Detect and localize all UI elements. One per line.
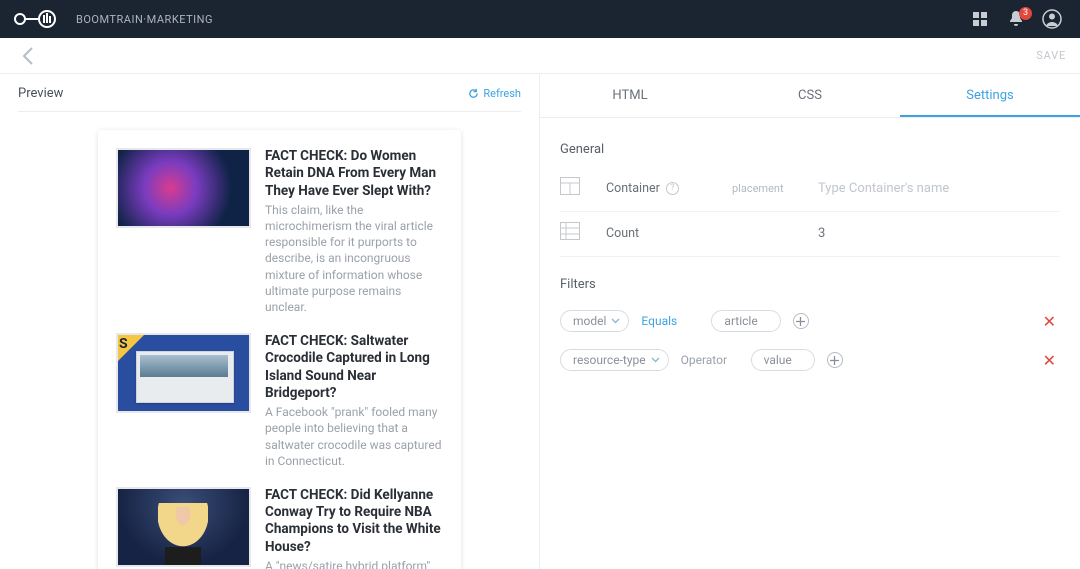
tab-settings[interactable]: Settings	[900, 74, 1080, 117]
preview-title: Preview	[18, 86, 63, 101]
section-filters-title: Filters	[560, 277, 1060, 292]
back-button[interactable]	[14, 42, 42, 70]
chevron-left-icon	[21, 46, 35, 66]
notifications-badge: 3	[1019, 7, 1032, 20]
article-title: FACT CHECK: Do Women Retain DNA From Eve…	[265, 148, 443, 200]
container-input[interactable]	[818, 181, 1060, 196]
article-title: FACT CHECK: Saltwater Crocodile Captured…	[265, 333, 443, 402]
main-split: Preview Refresh FACT CHECK: Do Women Ret…	[0, 74, 1080, 569]
add-filter-value-button[interactable]	[793, 313, 809, 329]
notifications-icon[interactable]: 3	[1002, 5, 1030, 33]
article-thumbnail: S	[116, 333, 251, 413]
article-desc: A "news/satire hybrid platform" fabricat…	[265, 558, 443, 569]
refresh-label: Refresh	[483, 87, 521, 100]
tab-css[interactable]: CSS	[720, 74, 900, 117]
filter-operator[interactable]: Operator	[681, 353, 739, 367]
article-row[interactable]: FACT CHECK: Do Women Retain DNA From Eve…	[116, 148, 443, 315]
article-desc: This claim, like the microchimerism the …	[265, 202, 443, 315]
editor-tabs: HTML CSS Settings	[540, 74, 1080, 118]
field-count: Count 3	[560, 212, 1060, 257]
filter-right-select[interactable]: value	[751, 349, 815, 371]
article-thumbnail	[116, 487, 251, 567]
article-thumbnail	[116, 148, 251, 228]
logo[interactable]	[14, 9, 58, 29]
remove-filter-button[interactable]: ✕	[1039, 351, 1060, 370]
filter-right-select[interactable]: article	[711, 310, 780, 332]
plus-icon	[830, 356, 839, 365]
chevron-down-icon	[611, 318, 620, 324]
section-general-title: General	[560, 142, 1060, 157]
refresh-icon	[468, 88, 479, 99]
add-filter-value-button[interactable]	[827, 352, 843, 368]
help-icon[interactable]: ?	[666, 182, 679, 195]
filter-left-select[interactable]: model	[560, 310, 629, 332]
save-button[interactable]: SAVE	[1036, 49, 1066, 62]
brand-text: BOOMTRAIN·MARKETING	[76, 13, 213, 26]
count-value[interactable]: 3	[818, 226, 1060, 241]
count-field-icon	[560, 222, 582, 244]
count-label: Count	[606, 226, 726, 241]
article-title: FACT CHECK: Did Kellyanne Conway Try to …	[265, 487, 443, 556]
top-nav: BOOMTRAIN·MARKETING 3	[0, 0, 1080, 38]
article-desc: A Facebook "prank" fooled many people in…	[265, 404, 443, 469]
filter-row: model Equals article ✕	[560, 302, 1060, 340]
field-container: Container ? placement	[560, 167, 1060, 212]
apps-icon[interactable]	[966, 5, 994, 33]
container-field-icon	[560, 177, 582, 199]
remove-filter-button[interactable]: ✕	[1039, 312, 1060, 331]
settings-pane: HTML CSS Settings General Container ? pl…	[540, 74, 1080, 569]
profile-icon[interactable]	[1038, 5, 1066, 33]
container-hint: placement	[732, 182, 812, 195]
article-row[interactable]: S FACT CHECK: Saltwater Crocodile Captur…	[116, 333, 443, 469]
sub-bar: SAVE	[0, 38, 1080, 74]
article-row[interactable]: FACT CHECK: Did Kellyanne Conway Try to …	[116, 487, 443, 569]
chevron-down-icon	[651, 357, 660, 363]
tab-html[interactable]: HTML	[540, 74, 720, 117]
plus-icon	[796, 317, 805, 326]
filter-left-select[interactable]: resource-type	[560, 349, 669, 371]
filter-operator[interactable]: Equals	[641, 314, 699, 328]
preview-pane: Preview Refresh FACT CHECK: Do Women Ret…	[0, 74, 540, 569]
preview-card: FACT CHECK: Do Women Retain DNA From Eve…	[98, 130, 461, 569]
rating-badge-icon: S	[117, 334, 145, 362]
logo-icon	[14, 9, 58, 29]
filter-row: resource-type Operator value ✕	[560, 341, 1060, 379]
container-label: Container ?	[606, 181, 726, 196]
refresh-button[interactable]: Refresh	[468, 87, 521, 100]
